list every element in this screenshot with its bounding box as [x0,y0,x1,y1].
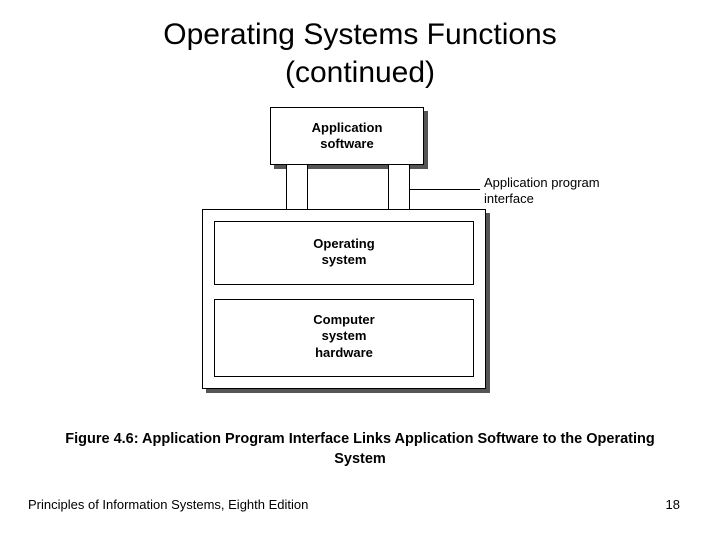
title-line-2: (continued) [285,56,435,89]
title-line-1: Operating Systems Functions [163,18,557,51]
hw-label-line2: system [322,328,367,343]
figure-caption: Figure 4.6: Application Program Interfac… [0,430,720,469]
slide-title: Operating Systems Functions (continued) [0,0,720,91]
connector-right [388,165,410,209]
os-label-line1: Operating [313,236,374,251]
api-label: Application program interface [484,175,600,208]
connector-left [286,165,308,209]
app-label-line2: software [320,136,373,151]
hw-label-line1: Computer [313,312,374,327]
app-software-box: Application software [270,107,424,165]
api-label-line2: interface [484,191,534,206]
os-label-line2: system [322,252,367,267]
hardware-box: Computer system hardware [214,299,474,377]
api-pointer-line [410,189,480,190]
diagram: Application software Application program… [0,105,720,415]
hw-label-line3: hardware [315,345,373,360]
os-box: Operating system [214,221,474,285]
footer-source: Principles of Information Systems, Eight… [28,497,308,512]
api-label-line1: Application program [484,175,600,190]
page-number: 18 [666,497,680,512]
app-label-line1: Application [312,120,383,135]
